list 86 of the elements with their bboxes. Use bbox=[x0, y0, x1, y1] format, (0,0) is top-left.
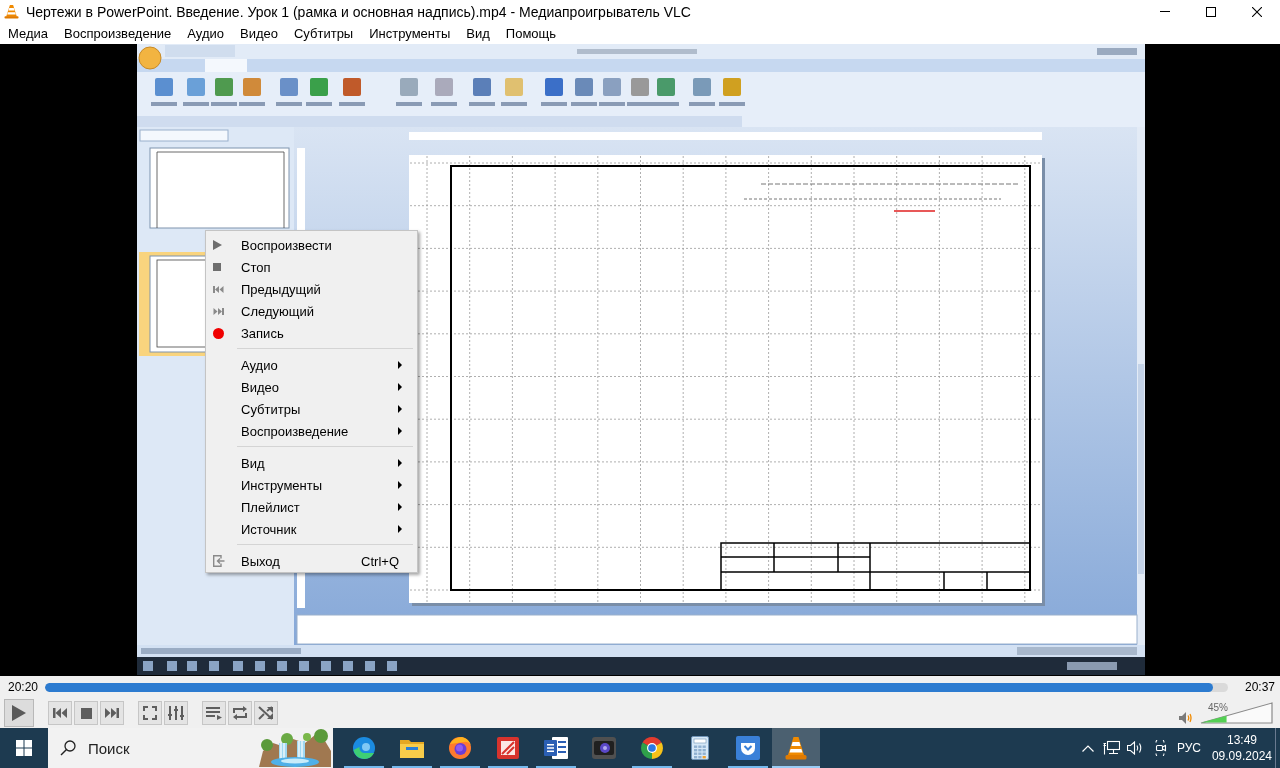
menu-bar-item[interactable]: Медиа bbox=[0, 24, 56, 43]
speaker-icon bbox=[1179, 712, 1192, 724]
chevron-tile-icon bbox=[736, 736, 760, 760]
clock-date: 09.09.2024 bbox=[1211, 748, 1272, 764]
record-dot-icon bbox=[213, 327, 224, 339]
submenu-arrow-icon bbox=[398, 459, 402, 467]
playlist-icon bbox=[206, 706, 222, 720]
traffic-cone-icon bbox=[785, 736, 807, 760]
context-menu-item[interactable]: Инструменты bbox=[206, 474, 417, 496]
submenu-arrow-icon bbox=[398, 361, 402, 369]
window-title: Чертежи в PowerPoint. Введение. Урок 1 (рамка и основная надпись).mp4 - Медиапроигрыватель VLC bbox=[26, 3, 691, 20]
context-menu-item[interactable]: Предыдущий bbox=[206, 278, 417, 300]
search-icon bbox=[60, 740, 76, 756]
stop-icon bbox=[80, 707, 92, 719]
submenu-arrow-icon bbox=[398, 405, 402, 413]
shuffle-button[interactable] bbox=[254, 701, 278, 725]
clock-button[interactable]: 13:49 09.09.2024 bbox=[1209, 728, 1274, 768]
flame-globe-icon bbox=[448, 736, 472, 760]
volume-percent: 45% bbox=[1208, 703, 1228, 713]
shuffle-icon bbox=[258, 706, 274, 720]
fullscreen-button[interactable] bbox=[138, 701, 162, 725]
play-icon bbox=[213, 240, 222, 250]
context-menu-item[interactable]: Стоп bbox=[206, 256, 417, 278]
next-icon bbox=[213, 307, 224, 315]
fullscreen-icon bbox=[143, 706, 157, 720]
shortcut-label: Ctrl+Q bbox=[361, 553, 399, 569]
extended-settings-button[interactable] bbox=[164, 701, 188, 725]
submenu-arrow-icon bbox=[398, 383, 402, 391]
context-menu-item[interactable]: Видео bbox=[206, 376, 417, 398]
folder-icon bbox=[400, 738, 424, 758]
menu-bar-item[interactable]: Инструменты bbox=[361, 24, 459, 43]
play-button[interactable] bbox=[4, 699, 34, 727]
context-menu-item[interactable]: Вид bbox=[206, 452, 417, 474]
context-menu-item[interactable]: Субтитры bbox=[206, 398, 417, 420]
taskbar-app-button[interactable] bbox=[772, 728, 820, 768]
submenu-arrow-icon bbox=[398, 427, 402, 435]
loop-icon bbox=[232, 706, 248, 720]
submenu-arrow-icon bbox=[398, 481, 402, 489]
exit-icon bbox=[213, 555, 225, 567]
previous-button[interactable] bbox=[48, 701, 72, 725]
context-menu-item[interactable]: Плейлист bbox=[206, 496, 417, 518]
previous-icon bbox=[213, 285, 224, 293]
previous-icon bbox=[53, 708, 67, 718]
language-indicator[interactable]: РУС bbox=[1173, 728, 1204, 768]
menu-bar-item[interactable]: Видео bbox=[232, 24, 286, 43]
network-icon bbox=[1103, 740, 1121, 756]
ring-icon bbox=[640, 736, 664, 760]
menu-bar-item[interactable]: Вид bbox=[458, 24, 498, 43]
context-menu-item[interactable]: Воспроизвести bbox=[206, 234, 417, 256]
video-camera-icon bbox=[1152, 740, 1167, 756]
stop-button[interactable] bbox=[74, 701, 98, 725]
context-menu-item[interactable]: Следующий bbox=[206, 300, 417, 322]
menu-bar-item[interactable]: Субтитры bbox=[286, 24, 362, 43]
swirl-globe-icon bbox=[352, 736, 376, 760]
calculator-icon bbox=[691, 736, 709, 760]
close-icon bbox=[1252, 6, 1262, 17]
maximize-icon bbox=[1206, 6, 1216, 17]
context-menu-item[interactable]: Выход Ctrl+Q bbox=[206, 550, 417, 572]
submenu-arrow-icon bbox=[398, 525, 402, 533]
playlist-button[interactable] bbox=[202, 701, 226, 725]
elapsed-time: 20:20 bbox=[7, 680, 40, 694]
submenu-arrow-icon bbox=[398, 503, 402, 511]
total-time: 20:37 bbox=[1244, 680, 1277, 694]
context-menu-item[interactable]: Аудио bbox=[206, 354, 417, 376]
loop-button[interactable] bbox=[228, 701, 252, 725]
sliders-icon bbox=[168, 706, 184, 720]
menu-bar-item[interactable]: Воспроизведение bbox=[56, 24, 180, 43]
stop-icon bbox=[213, 263, 221, 271]
clock-time: 13:49 bbox=[1226, 732, 1257, 748]
menu-bar-item[interactable]: Аудио bbox=[179, 24, 232, 43]
minimize-icon bbox=[1160, 11, 1170, 12]
waterfall-icon bbox=[259, 729, 331, 767]
chevron-up-icon bbox=[1081, 744, 1094, 752]
traffic-cone-icon bbox=[4, 4, 19, 19]
menu-bar-item[interactable]: Помощь bbox=[497, 24, 565, 43]
volume-slider[interactable] bbox=[1200, 702, 1273, 724]
camera-icon bbox=[592, 737, 616, 759]
context-menu-item[interactable]: Воспроизведение bbox=[206, 420, 417, 442]
context-menu-item[interactable]: Источник bbox=[206, 518, 417, 540]
picture-tile-icon bbox=[497, 737, 519, 759]
next-button[interactable] bbox=[100, 701, 124, 725]
document-icon bbox=[544, 737, 568, 759]
next-icon bbox=[105, 708, 119, 718]
play-icon bbox=[12, 705, 26, 721]
context-menu-item[interactable]: Запись bbox=[206, 322, 417, 344]
windows-icon bbox=[16, 740, 32, 756]
